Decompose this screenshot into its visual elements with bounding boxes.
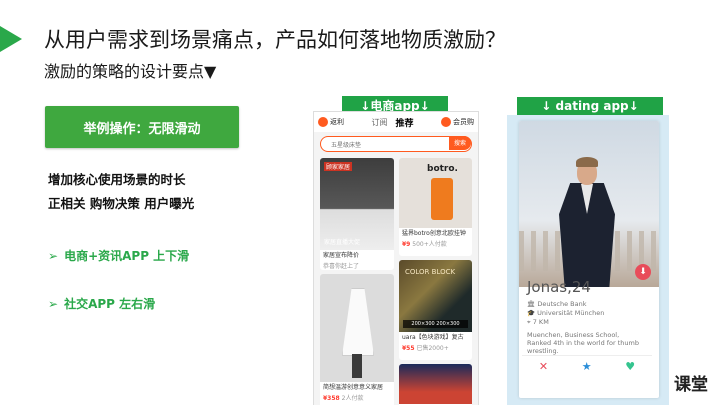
image-caption: 家居直播大促 [324,239,361,246]
page-subtitle: 激励的策略的设计要点▼ [44,62,217,81]
product-title: uara【色块游戏】复古 [402,334,464,341]
product-title: 猛界botro创意北欧挂钟 [402,230,466,237]
brand-logo: 顾家家居 [324,162,353,171]
watermark: 课堂 [674,375,708,395]
nope-icon[interactable]: ✕ [539,360,548,373]
product-card[interactable]: COLOR BLOCK 200×300 200×300 uara【色块游戏】复古… [399,260,472,360]
product-sub: 已售2000+ [416,345,449,353]
superlike-icon[interactable]: ★ [582,360,592,373]
key-point-1: 增加核心使用场景的时长 [48,172,186,187]
product-title: 家居宣布降价 [323,252,360,259]
info-down-icon[interactable]: ⬇ [635,264,651,280]
tab-recommend[interactable]: 推荐 [395,116,413,129]
clock-object [431,178,453,220]
page-title: 从用户需求到场景痛点，产品如何落地物质激励？ [44,28,506,52]
product-title: 简想温游创意意义家居 [323,384,384,391]
product-price: ¥358 [323,395,340,403]
product-card[interactable] [399,364,472,405]
swipe-actions: ✕ ★ ♥ [522,360,652,373]
product-price: ¥9 [402,241,411,249]
member-link[interactable]: 会员购 [440,117,474,127]
lamp-base [352,354,362,378]
search-placeholder: 五星级床垫 [331,141,362,149]
dating-app-tag: ↓ dating app↓ [517,97,663,115]
product-card[interactable]: 简想温游创意意义家居 ¥358 2人付款 [320,274,394,405]
person-hair [576,157,598,167]
feed-tabs: 订阅 推荐 [371,116,413,129]
search-button[interactable]: 搜索 [449,135,471,150]
product-sub: 500+人付款 [412,241,447,249]
search-input[interactable]: 五星级床垫 搜索 [320,135,472,152]
book-image [399,364,472,404]
arrow-bullet-icon: ➢ [48,249,59,263]
rug-image: COLOR BLOCK 200×300 200×300 [399,260,472,332]
like-icon[interactable]: ♥ [625,360,635,373]
lamp-image [320,274,394,382]
clock-image: botro. [399,158,472,228]
image-brand: botro. [427,164,458,174]
product-price: ¥55 [402,345,415,353]
ecommerce-app-screenshot: 返利 订阅 推荐 会员购 五星级床垫 搜索 顾家家居 家居直播大促 家居宣布降价… [314,112,478,405]
product-card[interactable]: 顾家家居 家居直播大促 家居宣布降价 恭喜你赶上了 [320,158,394,270]
divider [522,355,652,356]
profile-description: Muenchen, Business School, Ranked 4th in… [527,331,640,356]
rebate-link[interactable]: 返利 [318,117,344,127]
ecommerce-top-bar: 返利 订阅 推荐 会员购 [314,112,478,132]
member-icon [440,117,451,127]
title-triangle-icon [0,26,22,52]
profile-photo [519,121,659,287]
image-text: COLOR BLOCK [405,268,456,276]
profile-card[interactable]: ⬇ [519,121,659,398]
profile-university: 🎓 Universität München [527,309,605,317]
bullet-label: 社交APP 左右滑 [64,297,156,311]
example-button[interactable]: 举例操作：无限滑动 [45,106,239,148]
profile-company: 🏛 Deutsche Bank [527,300,587,308]
tab-subscribe[interactable]: 订阅 [371,117,387,128]
arrow-bullet-icon: ➢ [48,297,59,311]
product-sub: 2人付款 [341,395,364,403]
bed-image: 顾家家居 家居直播大促 [320,158,394,250]
bullet-label: 电商+资讯APP 上下滑 [64,249,190,263]
bullet-ecommerce: ➢ 电商+资讯APP 上下滑 [48,247,189,264]
product-card[interactable]: botro. 猛界botro创意北欧挂钟 ¥9 500+人付款 [399,158,472,256]
key-point-2: 正相关 购物决策 用户曝光 [48,196,195,211]
product-sub: 恭喜你赶上了 [323,263,360,270]
lamp-shade [342,288,374,356]
profile-name: Jonas,24 [527,278,591,296]
profile-distance: ⌖ 7 KM [527,318,549,326]
bullet-social: ➢ 社交APP 左右滑 [48,295,155,312]
rebate-icon [318,117,328,127]
dating-app-screenshot: ⬇ Jonas,24 🏛 Deutsche Bank 🎓 Universität… [507,115,669,405]
image-dims: 200×300 200×300 [403,320,468,328]
